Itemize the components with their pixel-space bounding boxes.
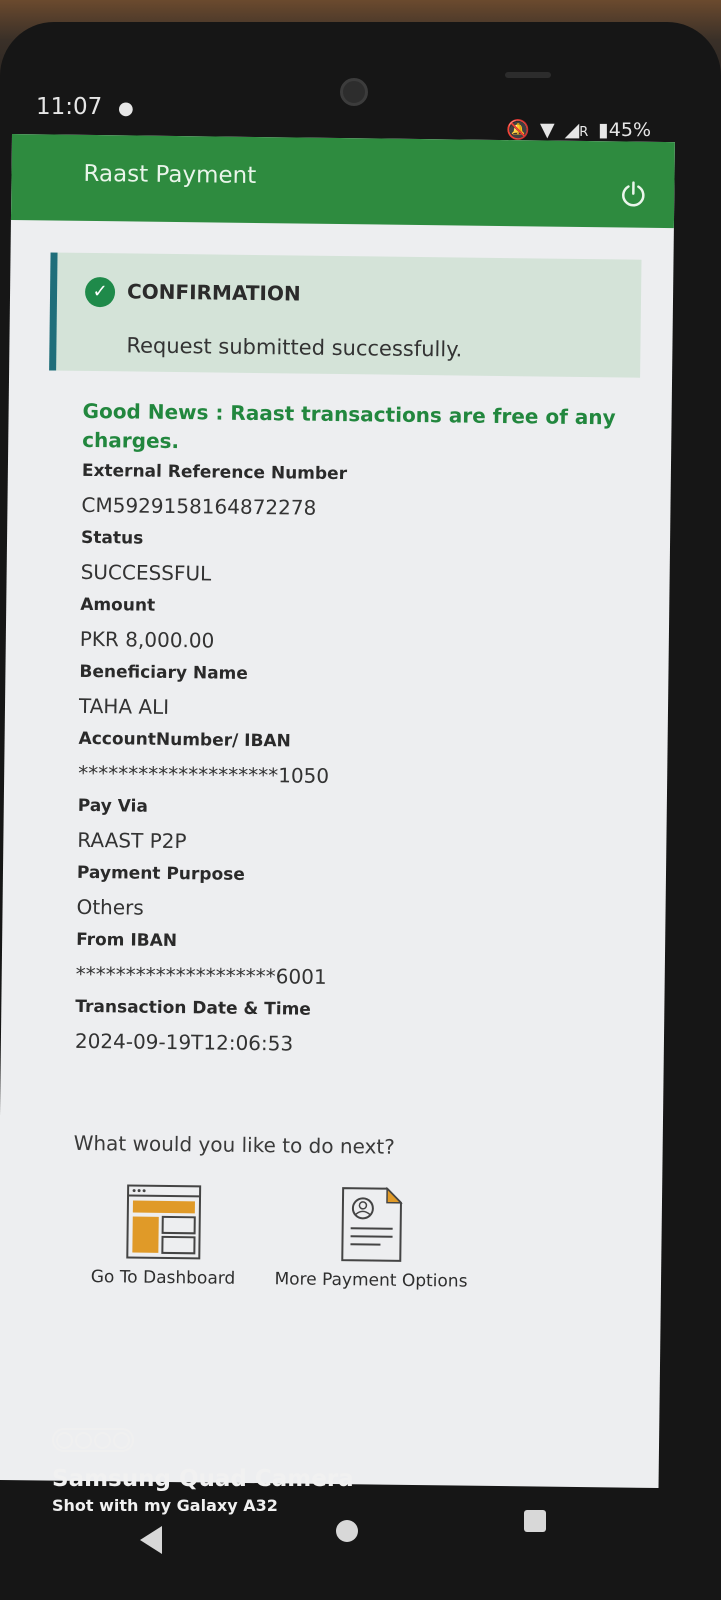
detail-row: From IBAN ********************6001	[75, 928, 636, 1002]
detail-row: AccountNumber/ IBAN ********************…	[78, 727, 639, 801]
watermark-title: Samsung Quad Camera	[52, 1466, 354, 1492]
detail-value: RAAST P2P	[77, 827, 187, 854]
battery-percent: 45%	[608, 118, 651, 141]
app-header: Raast Payment	[10, 134, 675, 229]
confirmation-panel: ✓ CONFIRMATION Request submitted success…	[49, 252, 642, 378]
recent-apps-icon[interactable]	[524, 1510, 546, 1532]
home-icon[interactable]	[336, 1520, 358, 1542]
wifi-icon: ▼	[540, 118, 555, 141]
quad-camera-icon	[52, 1428, 134, 1452]
detail-row: Transaction Date & Time 2024-09-19T12:06…	[75, 995, 636, 1069]
detail-row: External Reference Number CM592915816487…	[81, 459, 642, 533]
detail-value: 2024-09-19T12:06:53	[74, 1028, 294, 1056]
chat-notification-icon: ●	[118, 98, 134, 119]
more-payment-options-label: More Payment Options	[274, 1269, 468, 1292]
status-time: 11:07	[36, 94, 103, 120]
transaction-details: External Reference Number CM592915816487…	[75, 459, 642, 1069]
page-title: Raast Payment	[83, 160, 257, 189]
detail-value: ********************1050	[78, 760, 330, 788]
detail-value: CM592915816487227​8	[81, 492, 317, 520]
go-to-dashboard-button[interactable]: Go To Dashboard	[78, 1183, 249, 1289]
power-icon[interactable]	[618, 179, 648, 209]
detail-row: Beneficiary Name TAHA ALI	[79, 660, 640, 734]
android-navbar	[0, 1500, 721, 1600]
signal-icon: ◢R	[564, 118, 589, 141]
app-screen: Raast Payment ✓ CONFIRMATION Request sub…	[0, 134, 675, 1488]
detail-row: Payment Purpose Others	[76, 861, 637, 935]
mute-icon: 🔕	[506, 119, 530, 141]
detail-value: PKR 8,000.00	[79, 626, 215, 653]
detail-row: Amount PKR 8,000.00	[80, 593, 641, 667]
detail-value: TAHA ALI	[78, 693, 170, 719]
dashboard-icon	[126, 1184, 202, 1260]
back-icon[interactable]	[140, 1526, 162, 1554]
photo-frame: 11:07 ● 🔕 ▼ ◢R ▮45% Raast Payment ✓ CONF…	[0, 0, 721, 1600]
confirmation-title: CONFIRMATION	[126, 279, 301, 306]
detail-value: ********************6001	[75, 961, 327, 989]
battery-icon: ▮45%	[598, 118, 651, 141]
detail-row: Status SUCCESSFUL	[80, 526, 641, 600]
confirmation-message: Request submitted successfully.	[126, 333, 463, 362]
dashboard-label: Go To Dashboard	[90, 1267, 236, 1289]
detail-value: Others	[76, 894, 144, 920]
earpiece-speaker	[505, 72, 551, 78]
next-steps-prompt: What would you like to do next?	[73, 1130, 395, 1159]
detail-value: SUCCESSFUL	[80, 559, 212, 586]
payment-document-icon	[341, 1186, 403, 1262]
check-circle-icon: ✓	[84, 276, 116, 308]
status-icons: 🔕 ▼ ◢R ▮45%	[506, 118, 651, 142]
more-payment-options-button[interactable]: More Payment Options	[266, 1185, 477, 1292]
detail-row: Pay Via RAAST P2P	[77, 794, 638, 868]
good-news-notice: Good News : Raast transactions are free …	[82, 398, 616, 454]
